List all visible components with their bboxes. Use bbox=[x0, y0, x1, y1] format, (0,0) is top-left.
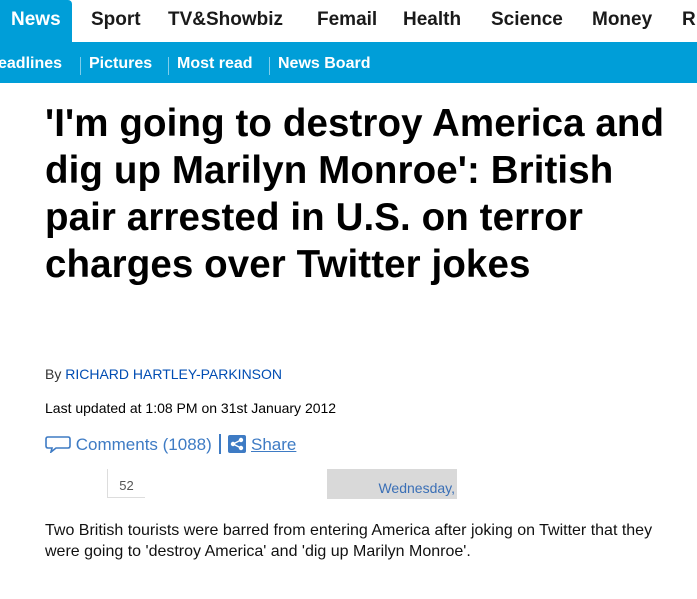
nav-item-femail[interactable]: Femail bbox=[317, 0, 377, 42]
author-link[interactable]: RICHARD HARTLEY-PARKINSON bbox=[65, 366, 282, 382]
byline: By RICHARD HARTLEY-PARKINSON bbox=[45, 366, 282, 382]
subnav-item-headlines[interactable]: eadlines bbox=[0, 42, 62, 83]
share-icon[interactable] bbox=[228, 435, 247, 453]
social-bar: Comments (1088) Share bbox=[45, 434, 296, 456]
article-intro: Two British tourists were barred from en… bbox=[45, 522, 653, 560]
nav-item-tv-showbiz[interactable]: TV&Showbiz bbox=[168, 0, 283, 42]
nav-item-news[interactable]: News bbox=[0, 0, 72, 42]
comments-link[interactable]: Comments (1088) bbox=[76, 435, 212, 454]
subnav-divider bbox=[168, 57, 169, 75]
nav-item-sport[interactable]: Sport bbox=[91, 0, 141, 42]
subnav-item-most-read[interactable]: Most read bbox=[177, 42, 253, 83]
article-page: News Sport TV&Showbiz Femail Health Scie… bbox=[0, 0, 697, 599]
share-count-box[interactable]: 52 bbox=[107, 469, 145, 498]
nav-item-partial[interactable]: R bbox=[682, 0, 696, 42]
nav-item-money[interactable]: Money bbox=[592, 0, 652, 42]
primary-nav: News Sport TV&Showbiz Femail Health Scie… bbox=[0, 0, 697, 42]
date-widget: Wednesday, bbox=[327, 469, 457, 499]
article-headline: 'I'm going to destroy America and dig up… bbox=[45, 102, 665, 286]
subnav-item-pictures[interactable]: Pictures bbox=[89, 42, 152, 83]
byline-prefix: By bbox=[45, 366, 62, 382]
nav-item-science[interactable]: Science bbox=[491, 0, 563, 42]
social-divider bbox=[218, 434, 221, 454]
subnav-item-news-board[interactable]: News Board bbox=[278, 42, 370, 83]
secondary-nav: eadlines Pictures Most read News Board bbox=[0, 42, 697, 83]
subnav-divider bbox=[80, 57, 81, 75]
last-updated: Last updated at 1:08 PM on 31st January … bbox=[45, 400, 337, 416]
speech-bubble-icon[interactable] bbox=[45, 435, 71, 455]
share-link[interactable]: Share bbox=[251, 435, 296, 454]
nav-item-health[interactable]: Health bbox=[403, 0, 461, 42]
subnav-divider bbox=[269, 57, 270, 75]
